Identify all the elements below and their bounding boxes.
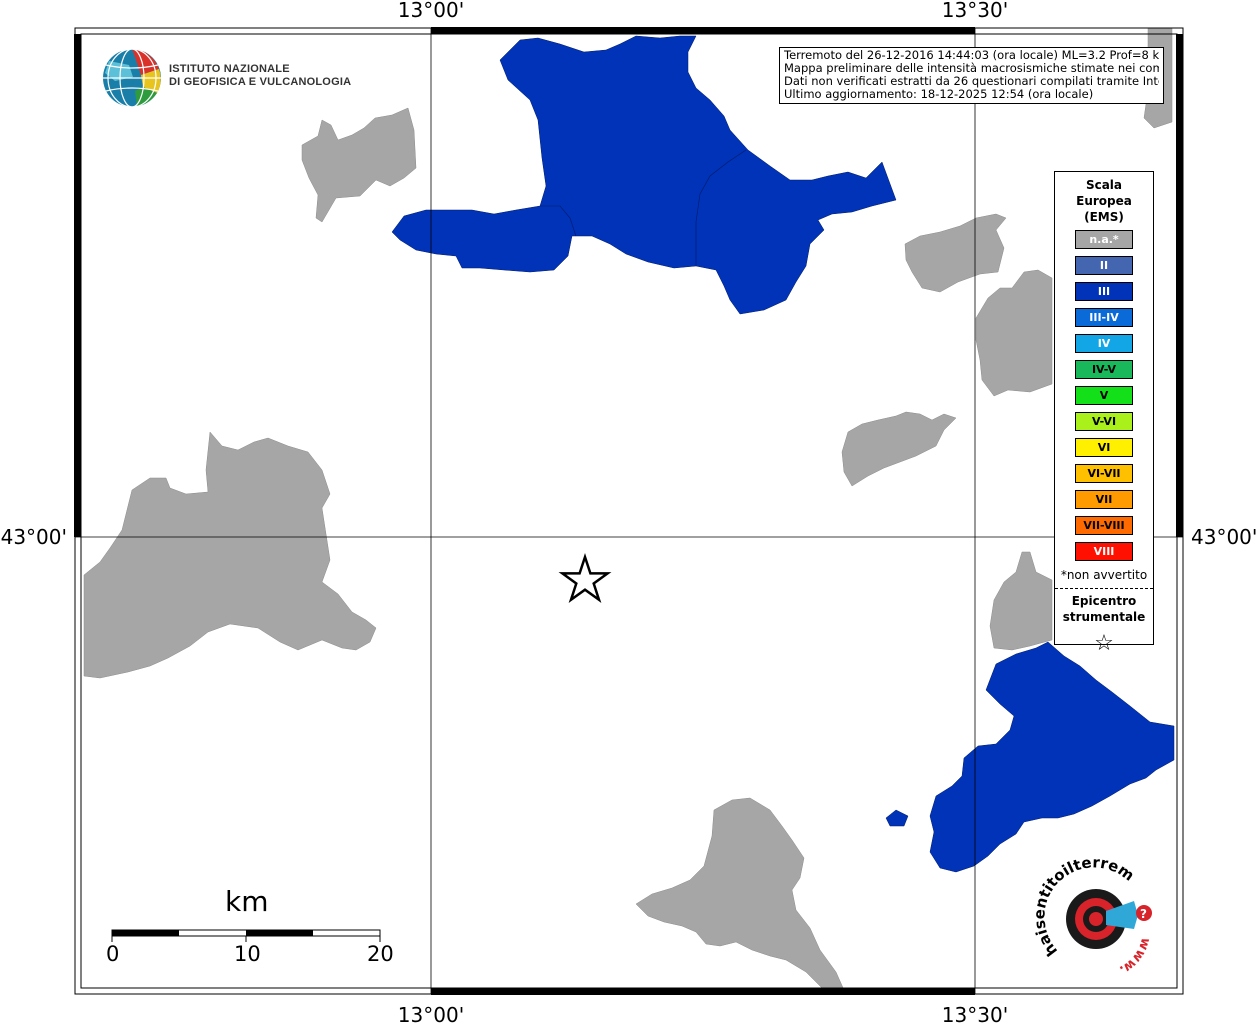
legend-epicenter-label: Epicentro strumentale [1055, 593, 1153, 625]
legend-title-3: (EMS) [1084, 210, 1124, 224]
legend-item-v: V [1075, 386, 1133, 405]
legend-item-iii: III [1075, 282, 1133, 301]
axis-bottom-1330: 13°30' [942, 1003, 1008, 1024]
axis-bottom-1300: 13°00' [398, 1003, 464, 1024]
legend-item-vi: VI [1075, 438, 1133, 457]
legend-title: Scala Europea (EMS) [1055, 177, 1153, 225]
legend-note: *non avvertito [1060, 568, 1148, 582]
info-line-2: Mappa preliminare delle intensità macros… [784, 62, 1159, 75]
axis-top-1300: 13°00' [398, 0, 464, 22]
legend-item-vi-vii: VI-VII [1075, 464, 1133, 483]
legend-item-n-a: n.a.* [1075, 230, 1133, 249]
haisentito-url: www. [1117, 936, 1153, 978]
info-line-3: Dati non verificati estratti da 26 quest… [784, 75, 1159, 88]
legend-title-1: Scala [1085, 178, 1123, 192]
ingv-text-line1: ISTITUTO NAZIONALE [169, 63, 290, 75]
svg-text:www.: www. [1117, 936, 1153, 978]
info-line-1: Terremoto del 26-12-2016 14:44:03 (ora l… [784, 49, 1159, 62]
legend-item-vii-viii: VII-VIII [1075, 516, 1133, 535]
scale-tick-0: 0 [106, 942, 120, 966]
ems-legend: Scala Europea (EMS) n.a.* II III III-IV IV IV… [1054, 171, 1154, 656]
earthquake-info-box: Terremoto del 26-12-2016 14:44:03 (ora l… [779, 47, 1164, 104]
axis-right-4300: 43°00' [1191, 525, 1256, 549]
legend-epicenter-1: Epicentro [1071, 594, 1137, 608]
haisentito-logo: haisentitoilterremoto.it www. ? [1025, 841, 1170, 985]
scale-tick-10: 10 [234, 942, 261, 966]
scale-tick-20: 20 [367, 942, 394, 966]
legend-item-vii: VII [1075, 490, 1133, 509]
info-line-4: Ultimo aggiornamento: 18-12-2025 12:54 (… [784, 88, 1094, 101]
legend-epicenter-2: strumentale [1062, 610, 1146, 624]
svg-text:?: ? [1140, 907, 1147, 921]
globe-icon [103, 48, 161, 108]
legend-separator [1055, 588, 1153, 589]
legend-star-icon: ☆ [1094, 631, 1114, 656]
ingv-text-line2: DI GEOFISICA E VULCANOLOGIA [169, 76, 352, 88]
ingv-logo: ISTITUTO NAZIONALE DI GEOFISICA E VULCAN… [101, 47, 361, 111]
legend-item-ii: II [1075, 256, 1133, 275]
legend-item-iv: IV [1075, 334, 1133, 353]
scale-bar-title: km [225, 885, 269, 918]
axis-top-1330: 13°30' [942, 0, 1008, 22]
legend-item-iii-iv: III-IV [1075, 308, 1133, 327]
legend-title-2: Europea [1076, 194, 1132, 208]
axis-left-4300: 43°00' [1, 525, 67, 549]
legend-items: n.a.* II III III-IV IV IV-V V V-VI VI VI-VII VII VI… [1055, 230, 1153, 561]
legend-item-viii: VIII [1075, 542, 1133, 561]
haisentito-logo-graphic: haisentitoilterremoto.it www. ? [1025, 841, 1153, 978]
legend-item-v-vi: V-VI [1075, 412, 1133, 431]
legend-item-iv-v: IV-V [1075, 360, 1133, 379]
